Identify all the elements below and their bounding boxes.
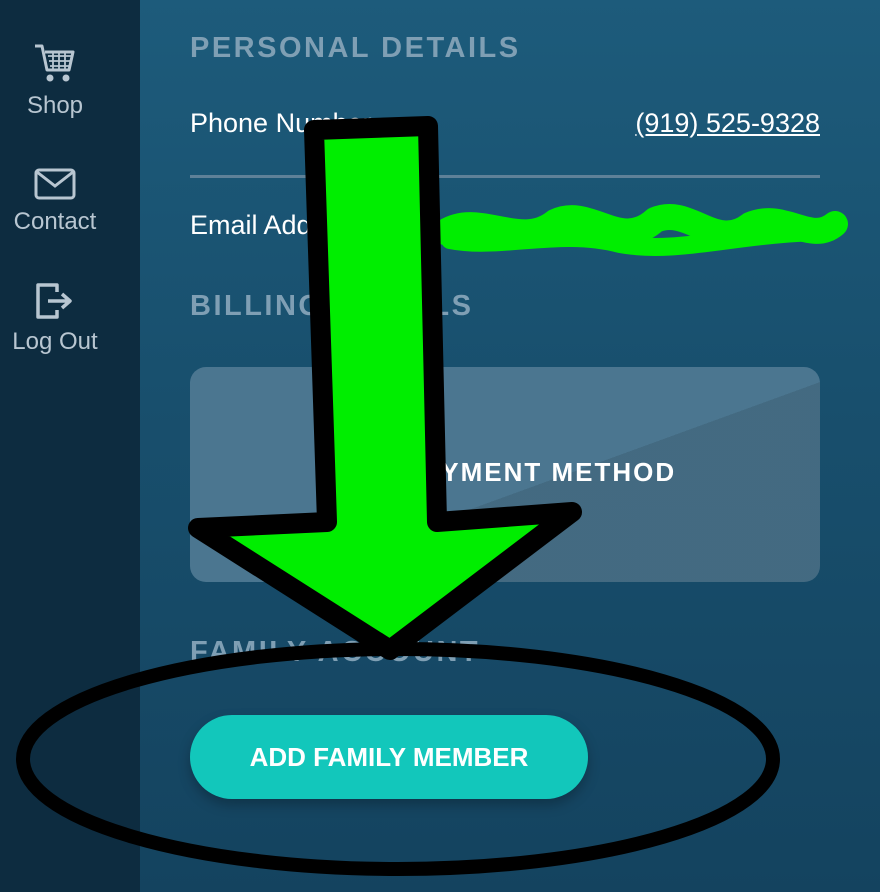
envelope-icon [34, 168, 76, 200]
sidebar-item-label: Shop [26, 92, 84, 119]
sidebar-item-shop[interactable]: Shop [0, 42, 110, 120]
personal-details-title: PERSONAL DETAILS [190, 32, 521, 64]
phone-number-link[interactable]: (919) 525-9328 [635, 108, 820, 139]
sidebar-item-logout[interactable]: Log Out [0, 282, 110, 356]
add-family-member-button[interactable]: ADD FAMILY MEMBER [190, 715, 588, 799]
main-content: PERSONAL DETAILS Phone Number (919) 525-… [140, 0, 880, 892]
phone-label: Phone Number [190, 108, 372, 138]
add-payment-method-label: ADD PAYMENT METHOD [333, 457, 677, 487]
sidebar: Shop Contact Log Out [0, 0, 140, 892]
sidebar-item-label: Log Out [12, 328, 98, 355]
email-label: Email Address [190, 210, 363, 240]
family-account-title: FAMILY ACCOUNT [190, 636, 481, 668]
billing-details-title: BILLING DETAILS [190, 290, 474, 322]
add-payment-method-button[interactable]: ADD PAYMENT METHOD [190, 367, 820, 582]
sidebar-item-contact[interactable]: Contact [0, 168, 110, 236]
sidebar-item-label: Contact [13, 208, 97, 235]
divider [190, 175, 820, 178]
logout-icon [36, 283, 72, 319]
cart-icon [35, 44, 75, 82]
